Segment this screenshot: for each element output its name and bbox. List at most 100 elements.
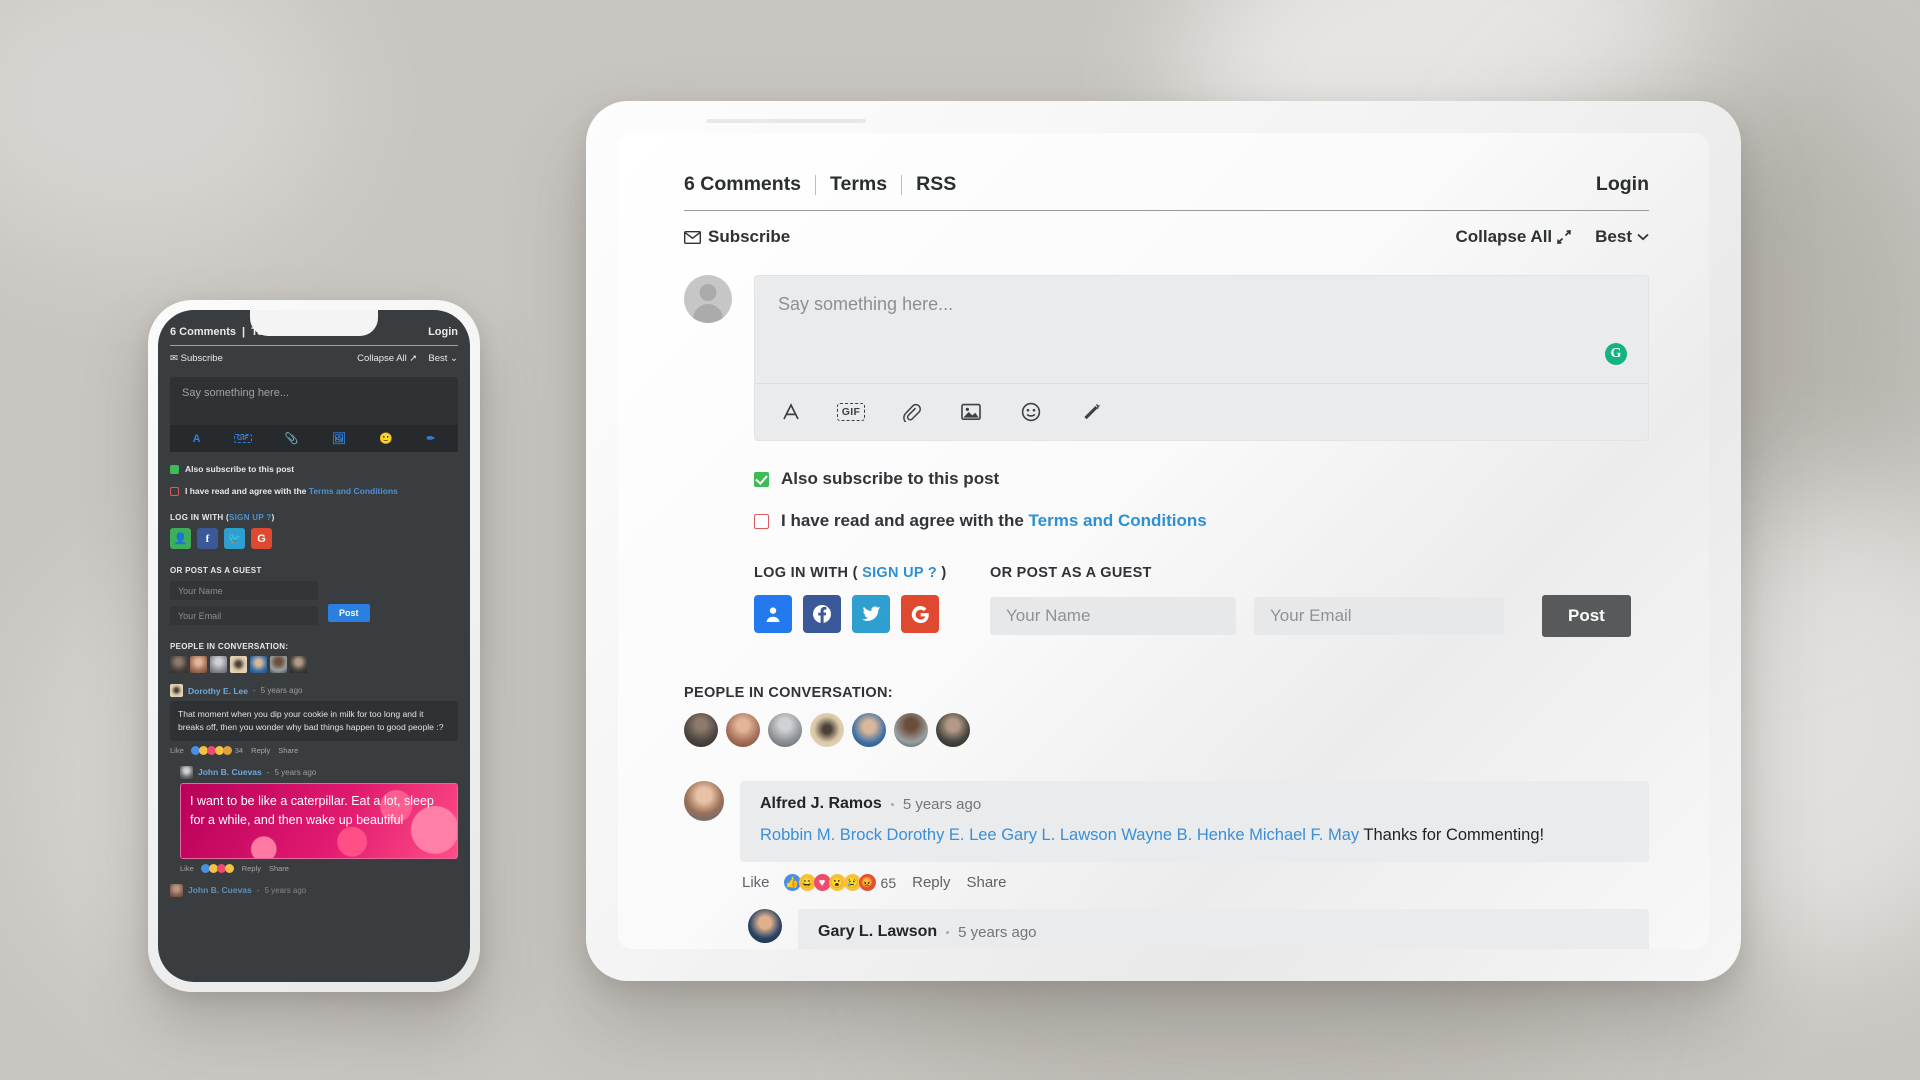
terms-checkbox[interactable] [754, 513, 769, 529]
wow-reaction[interactable] [224, 863, 234, 873]
avatar[interactable] [250, 656, 267, 673]
facebook-login-button[interactable]: f [197, 528, 218, 549]
subscribe-button[interactable]: Subscribe [684, 227, 790, 247]
phone-nav-comments-count[interactable]: 6 Comments [170, 326, 236, 338]
avatar[interactable] [210, 656, 227, 673]
also-subscribe-checkbox[interactable] [754, 471, 769, 487]
phone-comment-timestamp: 5 years ago [260, 686, 303, 695]
avatar[interactable] [768, 713, 802, 747]
gif-icon[interactable]: GIF [233, 434, 252, 443]
phone-share-button[interactable]: Share [278, 746, 298, 755]
disqus-login-button[interactable]: 👤 [170, 528, 191, 549]
attachment-icon[interactable] [898, 399, 924, 425]
comment-author-name[interactable]: Alfred J. Ramos [760, 795, 882, 813]
phone-comment-author[interactable]: John B. Cuevas [198, 767, 262, 777]
comment-author-avatar[interactable] [170, 883, 183, 897]
grammarly-icon[interactable]: G [1605, 343, 1627, 365]
angry-reaction[interactable] [222, 745, 232, 755]
image-icon[interactable] [958, 399, 984, 425]
phone-terms-link[interactable]: Terms and Conditions [309, 486, 398, 496]
avatar[interactable] [190, 656, 207, 673]
avatar[interactable] [684, 713, 718, 747]
emoji-icon[interactable] [1018, 399, 1044, 425]
collapse-all-button[interactable]: Collapse All [1455, 227, 1571, 247]
share-button[interactable]: Share [966, 874, 1006, 891]
phone-comment-author[interactable]: Dorothy E. Lee [188, 686, 248, 696]
nav-comments-count[interactable]: 6 Comments [684, 173, 815, 196]
attachment-icon[interactable]: 📎 [285, 432, 299, 445]
nav-rss[interactable]: RSS [902, 173, 970, 196]
phone-reply-button[interactable]: Reply [251, 746, 270, 755]
phone-signup-link[interactable]: SIGN UP ? [229, 513, 272, 522]
comment-author-avatar[interactable] [180, 765, 193, 779]
phone-terms-checkbox-row[interactable]: I have read and agree with the Terms and… [170, 486, 458, 496]
avatar[interactable] [230, 656, 247, 673]
angry-reaction[interactable]: 😡 [858, 874, 876, 892]
phone-post-button[interactable]: Post [328, 603, 370, 622]
twitter-login-button[interactable] [852, 595, 890, 633]
comment-author-avatar[interactable] [748, 909, 782, 944]
phone-comment-gif[interactable]: I want to be like a caterpillar. Eat a l… [180, 782, 458, 859]
google-login-button[interactable]: G [251, 528, 272, 549]
gif-icon[interactable]: GIF [836, 399, 866, 425]
phone-comment-textarea[interactable]: Say something here... [170, 377, 458, 425]
sad-reaction[interactable]: 😢 [843, 874, 861, 892]
comment-author-name[interactable]: Gary L. Lawson [818, 923, 937, 941]
phone-sort-dropdown[interactable]: Best ⌄ [428, 353, 458, 364]
terms-link[interactable]: Terms and Conditions [1029, 511, 1207, 530]
avatar[interactable] [270, 656, 287, 673]
avatar[interactable] [852, 713, 886, 747]
comment-author-avatar[interactable] [684, 781, 724, 821]
post-button[interactable]: Post [1542, 595, 1631, 637]
phone-like-button[interactable]: Like [180, 864, 194, 873]
phone-login-link[interactable]: Login [428, 326, 458, 338]
phone-share-button[interactable]: Share [269, 864, 289, 873]
magic-wand-icon[interactable] [1078, 399, 1104, 425]
text-format-icon[interactable]: A [193, 433, 201, 445]
phone-comment-author[interactable]: John B. Cuevas [188, 885, 252, 895]
text-format-icon[interactable] [778, 399, 804, 425]
avatar[interactable] [170, 656, 187, 673]
login-link[interactable]: Login [1596, 173, 1649, 196]
phone-subscribe-button[interactable]: ✉ Subscribe [170, 353, 223, 364]
comment-textarea[interactable]: Say something here... [754, 275, 1649, 383]
sort-dropdown[interactable]: Best [1595, 227, 1649, 247]
signup-link[interactable]: SIGN UP ? [862, 565, 937, 581]
google-login-button[interactable] [901, 595, 939, 633]
subscribe-checkbox-row[interactable]: Also subscribe to this post [754, 469, 1649, 489]
like-reaction[interactable]: 👍 [783, 874, 801, 892]
phone-also-subscribe-checkbox[interactable] [170, 464, 179, 474]
phone-collapse-all-button[interactable]: Collapse All ➚ [357, 353, 417, 364]
comment-editor[interactable]: Say something here... G GIF [754, 275, 1649, 441]
phone-guest-name-input[interactable]: Your Name [170, 581, 318, 600]
disqus-login-button[interactable] [754, 595, 792, 633]
avatar[interactable] [894, 713, 928, 747]
emoji-icon[interactable]: 🙂 [379, 432, 393, 445]
comment-mentions[interactable]: Robbin M. Brock Dorothy E. Lee Gary L. L… [760, 826, 1359, 844]
phone-comment-text: That moment when you dip your cookie in … [170, 701, 458, 741]
guest-name-input[interactable]: Your Name [990, 597, 1236, 635]
guest-email-input[interactable]: Your Email [1254, 597, 1504, 635]
phone-comment-editor[interactable]: Say something here... A GIF 📎 🖼 🙂 ✒ [170, 377, 458, 452]
phone-guest-email-input[interactable]: Your Email [170, 606, 318, 625]
phone-reply-button[interactable]: Reply [242, 864, 261, 873]
reply-button[interactable]: Reply [912, 874, 950, 891]
terms-checkbox-row[interactable]: I have read and agree with the Terms and… [754, 511, 1649, 531]
avatar[interactable] [810, 713, 844, 747]
avatar[interactable] [936, 713, 970, 747]
comment-author-avatar[interactable] [170, 684, 183, 697]
magic-wand-icon[interactable]: ✒ [426, 432, 435, 445]
phone-terms-checkbox[interactable] [170, 486, 179, 496]
facebook-login-button[interactable] [803, 595, 841, 633]
twitter-login-button[interactable]: 🐦 [224, 528, 245, 549]
love-reaction[interactable]: ♥ [813, 874, 831, 892]
nav-terms[interactable]: Terms [816, 173, 901, 196]
phone-like-button[interactable]: Like [170, 746, 184, 755]
phone-subscribe-checkbox-row[interactable]: Also subscribe to this post [170, 464, 458, 474]
haha-reaction[interactable]: 😄 [798, 874, 816, 892]
avatar[interactable] [290, 656, 307, 673]
image-icon[interactable]: 🖼 [332, 432, 346, 445]
avatar[interactable] [726, 713, 760, 747]
like-button[interactable]: Like [742, 874, 770, 891]
wow-reaction[interactable]: 😮 [828, 874, 846, 892]
